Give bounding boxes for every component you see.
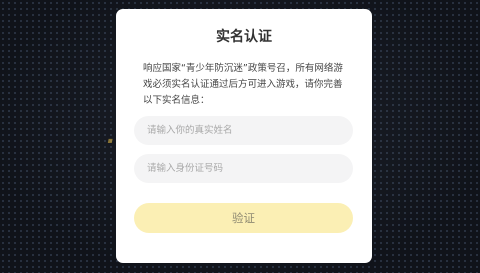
real-name-auth-dialog: 实名认证 响应国家“青少年防沉迷”政策号召，所有网络游戏必须实名认证通过后方可进… — [116, 9, 372, 263]
verify-button[interactable]: 验证 — [134, 203, 353, 233]
anti-addiction-notice: 响应国家“青少年防沉迷”政策号召，所有网络游戏必须实名认证通过后方可进入游戏，请… — [143, 63, 343, 106]
id-number-input[interactable] — [134, 154, 353, 183]
dialog-title: 实名认证 — [216, 29, 272, 45]
real-name-input[interactable] — [134, 116, 353, 145]
